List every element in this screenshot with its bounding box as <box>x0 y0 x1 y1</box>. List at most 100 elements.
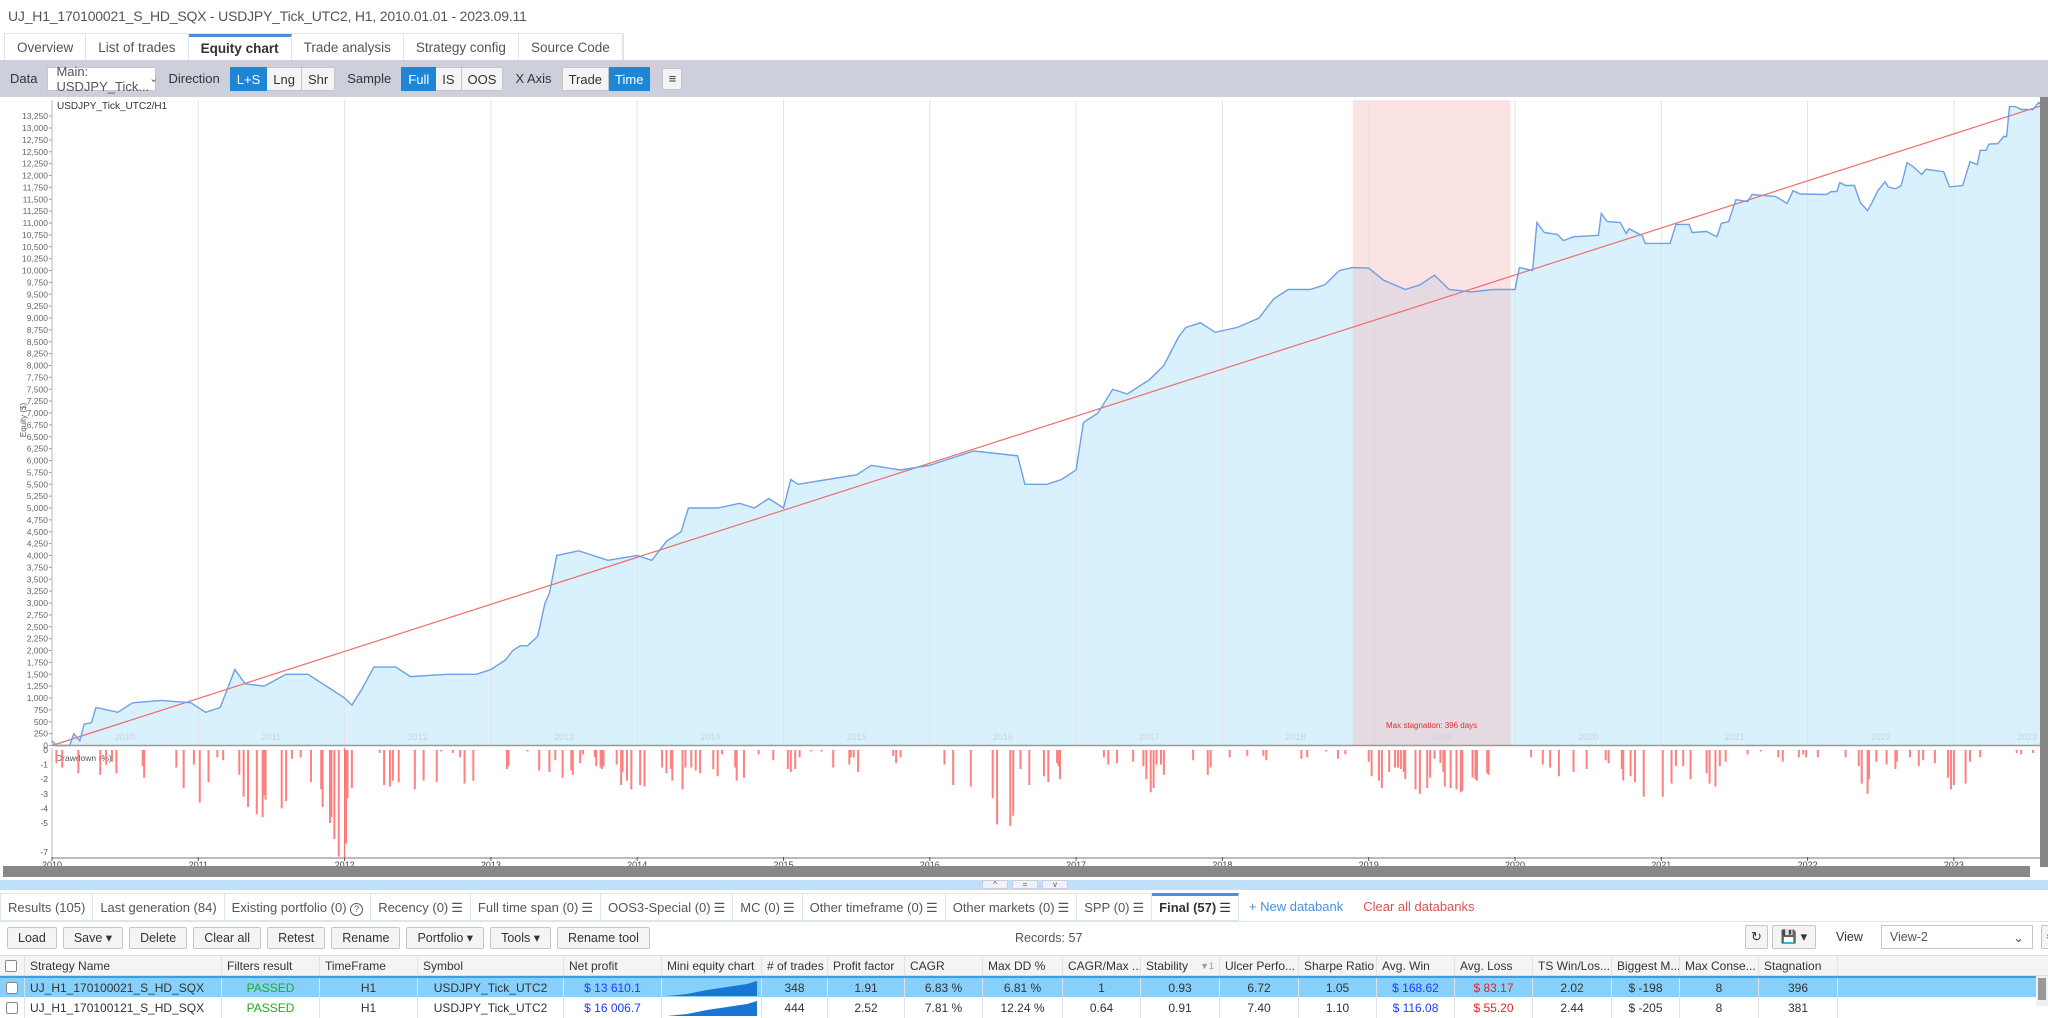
direction-long-button[interactable]: Lng <box>267 66 302 91</box>
y-tick-label: 9,500 <box>27 289 49 299</box>
tab-strategy-config[interactable]: Strategy config <box>403 34 519 61</box>
sample-is-button[interactable]: IS <box>436 66 462 91</box>
databank-tab-mc[interactable]: MC (0) ☰ <box>733 893 803 921</box>
menu-icon[interactable]: ☰ <box>581 900 593 915</box>
menu-icon[interactable]: ☰ <box>1219 900 1231 915</box>
xaxis-time-button[interactable]: Time <box>609 66 651 91</box>
table-scrollbar[interactable] <box>2036 976 2048 1006</box>
clear-all-button[interactable]: Clear all <box>193 927 262 949</box>
databank-tab-other-timeframe[interactable]: Other timeframe (0) ☰ <box>802 893 946 921</box>
column-header[interactable]: Avg. Loss <box>1455 956 1533 975</box>
drawdown-bar <box>786 750 789 769</box>
column-header-label: CAGR/Max ... <box>1068 958 1141 973</box>
sample-full-button[interactable]: Full <box>401 66 437 91</box>
tab-overview[interactable]: Overview <box>5 34 87 61</box>
menu-icon[interactable]: ☰ <box>451 900 463 915</box>
column-header[interactable]: Net profit <box>564 956 662 975</box>
column-header[interactable]: Mini equity chart <box>662 956 762 975</box>
column-header[interactable]: Max DD % <box>983 956 1063 975</box>
save-view-dropdown[interactable]: 💾 ▾ <box>1772 925 1816 949</box>
column-header[interactable]: Stability ▼1 <box>1141 956 1220 975</box>
databank-tab-oos3-special[interactable]: OOS3-Special (0) ☰ <box>601 893 734 921</box>
new-databank-link[interactable]: + New databank <box>1239 893 1353 921</box>
column-header[interactable]: Filters result <box>222 956 320 975</box>
column-header[interactable]: Profit factor <box>828 956 905 975</box>
tab-list-of-trades[interactable]: List of trades <box>86 34 189 61</box>
load-button[interactable]: Load <box>7 927 57 949</box>
tools-button[interactable]: Tools ▾ <box>490 927 551 949</box>
cell-ts-winloss: 2.44 <box>1533 997 1612 1018</box>
sample-oos-button[interactable]: OOS <box>461 66 504 91</box>
drawdown-bar <box>1246 750 1249 756</box>
direction-ls-button[interactable]: L+S <box>229 66 268 91</box>
column-header[interactable]: Sharpe Ratio <box>1299 956 1377 975</box>
column-header[interactable]: TS Win/Los... <box>1533 956 1612 975</box>
column-header[interactable]: Avg. Win <box>1377 956 1455 975</box>
column-header[interactable]: Strategy Name <box>25 956 222 975</box>
databank-tab-results[interactable]: Results (105) <box>0 893 94 921</box>
row-checkbox[interactable] <box>0 978 25 997</box>
data-select[interactable]: Main: USDJPY_Tick... ⌄ <box>47 64 158 94</box>
drawdown-bar <box>1607 750 1610 764</box>
chart-vertical-scrollbar[interactable] <box>2040 97 2048 867</box>
panel-splitter[interactable]: ^ = v <box>0 880 2048 890</box>
select-all-checkbox[interactable] <box>0 956 25 975</box>
hamburger-icon[interactable]: ≡ <box>662 67 683 90</box>
databank-tab-full-time-span[interactable]: Full time span (0) ☰ <box>470 893 601 921</box>
drawdown-bar <box>661 750 664 768</box>
menu-icon[interactable]: ☰ <box>714 900 726 915</box>
year-band-label: 2013 <box>554 732 574 742</box>
column-header[interactable]: Biggest M... <box>1612 956 1680 975</box>
portfolio-button[interactable]: Portfolio ▾ <box>406 927 485 949</box>
databank-tab-recency[interactable]: Recency (0) ☰ <box>371 893 471 921</box>
restore-icon[interactable]: = <box>1012 880 1038 889</box>
y-tick-label: 2,500 <box>27 622 49 632</box>
help-icon[interactable]: ? <box>350 903 364 916</box>
refresh-icon[interactable]: ↻ <box>1745 925 1768 949</box>
drawdown-bar <box>538 750 541 771</box>
databank-tab-existing-portfolio[interactable]: Existing portfolio (0) ? <box>224 893 372 921</box>
delete-button[interactable]: Delete <box>129 927 188 949</box>
tab-label: Existing portfolio (0) <box>231 900 347 915</box>
table-row[interactable]: UJ_H1_170100121_S_HD_SQX PASSED H1 USDJPY_T… <box>0 997 2048 1018</box>
menu-icon[interactable]: ☰ <box>1058 900 1070 915</box>
menu-icon[interactable]: ☰ <box>783 900 795 915</box>
column-header[interactable]: Ulcer Perfo... <box>1220 956 1299 975</box>
scrollbar-thumb[interactable] <box>2038 978 2046 1000</box>
table-row[interactable]: UJ_H1_170100021_S_HD_SQX PASSED H1 USDJPY_T… <box>0 976 2048 997</box>
column-header[interactable]: Max Conse... <box>1680 956 1759 975</box>
tab-source-code[interactable]: Source Code <box>518 34 623 61</box>
clear-all-databanks-link[interactable]: Clear all databanks <box>1353 893 1484 921</box>
databank-tab-spp[interactable]: SPP (0) ☰ <box>1077 893 1153 921</box>
window-title: UJ_H1_170100021_S_HD_SQX - USDJPY_Tick_U… <box>8 8 527 24</box>
column-header-label: Stability <box>1146 958 1189 973</box>
column-header[interactable]: Stagnation <box>1759 956 1838 975</box>
menu-icon[interactable]: ☰ <box>926 900 938 915</box>
rename-button[interactable]: Rename <box>331 927 401 949</box>
direction-short-button[interactable]: Shr <box>301 66 336 91</box>
column-header[interactable]: CAGR <box>905 956 983 975</box>
column-header[interactable]: # of trades <box>762 956 828 975</box>
gear-icon[interactable]: ⚙ <box>2040 925 2048 949</box>
databank-tab-final[interactable]: Final (57) ☰ <box>1152 893 1239 921</box>
menu-icon[interactable]: ☰ <box>1133 900 1145 915</box>
retest-button[interactable]: Retest <box>267 927 326 949</box>
column-header[interactable]: TimeFrame <box>320 956 418 975</box>
xaxis-trade-button[interactable]: Trade <box>561 66 610 91</box>
view-select[interactable]: View-2 ⌄ <box>1880 925 2033 949</box>
databank-tab-last-generation[interactable]: Last generation (84) <box>93 893 225 921</box>
column-header[interactable]: Symbol <box>418 956 564 975</box>
drawdown-bar <box>383 750 386 786</box>
tab-trade-analysis[interactable]: Trade analysis <box>291 34 404 61</box>
column-header[interactable]: CAGR/Max ... <box>1063 956 1141 975</box>
row-checkbox[interactable] <box>0 997 25 1018</box>
view-select-value: View-2 <box>1889 930 1928 944</box>
collapse-up-icon[interactable]: ^ <box>982 880 1008 889</box>
tab-equity-chart[interactable]: Equity chart <box>188 34 292 61</box>
collapse-down-icon[interactable]: v <box>1042 880 1068 889</box>
rename-tool-button[interactable]: Rename tool <box>557 927 650 949</box>
save-button[interactable]: Save ▾ <box>62 927 124 949</box>
drawdown-bar <box>182 750 185 788</box>
databank-tab-other-markets[interactable]: Other markets (0) ☰ <box>945 893 1078 921</box>
chart-horizontal-scrollbar[interactable] <box>3 866 2030 877</box>
